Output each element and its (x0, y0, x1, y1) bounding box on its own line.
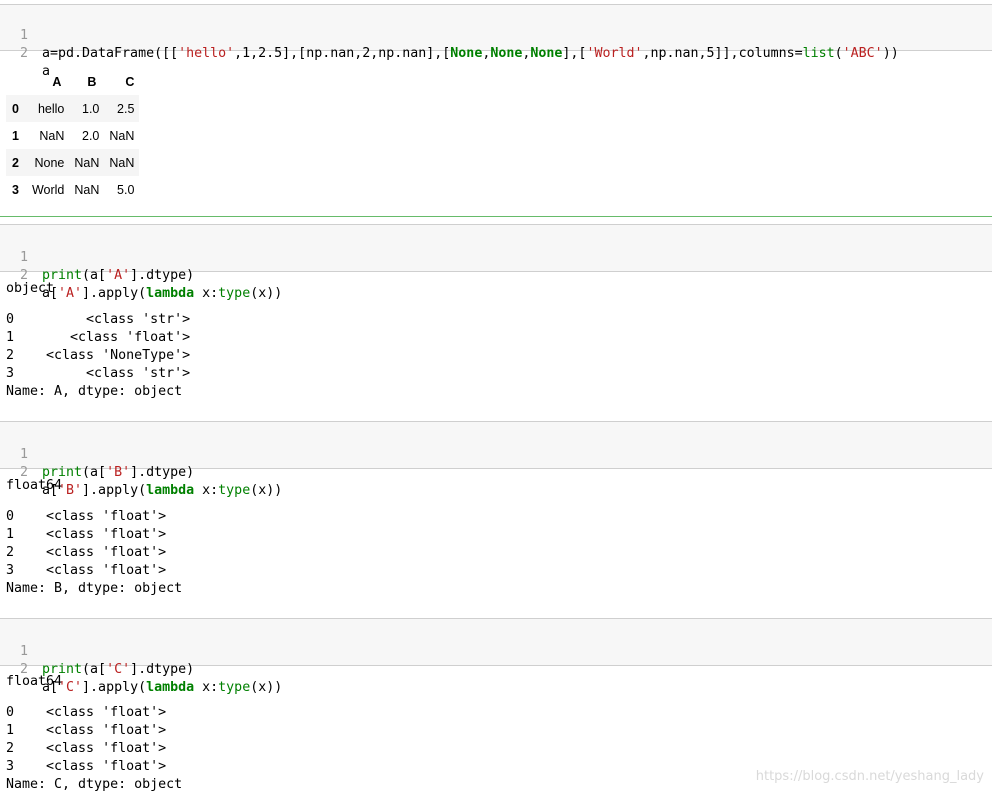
code-line: 1 print(a['C'].dtype) (0, 625, 194, 677)
code-token: None (530, 46, 563, 61)
code-token: 'A' (106, 268, 131, 283)
table-cell: NaN (109, 155, 135, 170)
series-output: 0 <class 'float'> 1 <class 'float'> 2 <c… (6, 509, 183, 596)
code-token: 'B' (106, 465, 131, 480)
code-text: a['B'].apply(lambda x:type(x)) (42, 482, 282, 500)
code-text: a['A'].apply(lambda x:type(x)) (42, 285, 282, 303)
code-line: 2 a['A'].apply(lambda x:type(x)) (0, 249, 282, 301)
table-cell: NaN (109, 128, 135, 143)
dtype-output: float64 (6, 478, 63, 493)
code-token: ].apply( (82, 286, 147, 301)
code-token: (a[ (82, 662, 107, 677)
code-token: 'hello' (178, 46, 235, 61)
code-text: print(a['C'].dtype) (42, 661, 194, 679)
code-token: ( (834, 46, 843, 61)
series-output: 0 <class 'str'> 1 <class 'float'> 2 <cla… (6, 312, 191, 399)
column-header: B (87, 74, 97, 89)
table-cell: World (31, 182, 65, 197)
code-token: 'World' (586, 46, 643, 61)
code-cell-1[interactable]: 1 a=pd.DataFrame([['hello',1,2.5],[np.na… (0, 4, 992, 79)
index-header (6, 68, 27, 95)
code-token: ,np.nan,5]],columns= (642, 46, 803, 61)
code-token: ].dtype) (130, 662, 195, 677)
code-cell-4[interactable]: 1 print(a['C'].dtype) 2 a['C'].apply(lam… (0, 618, 992, 695)
code-token: x: (194, 286, 219, 301)
code-token: (x)) (250, 483, 283, 498)
code-token: x: (194, 680, 219, 695)
code-token: x: (194, 483, 219, 498)
code-token: None (450, 46, 483, 61)
code-token: )) (882, 46, 899, 61)
row-index: 0 (12, 101, 19, 116)
dataframe-table: A B C 0 hello 1.0 2.5 1 NaN 2.0 NaN 2 No… (6, 68, 140, 203)
table-cell: 5.0 (117, 182, 135, 197)
code-token: type (218, 483, 251, 498)
dtype-output: object (6, 281, 55, 296)
code-text: a['C'].apply(lambda x:type(x)) (42, 679, 282, 697)
code-token: list (802, 46, 835, 61)
code-text: print(a['A'].dtype) (42, 267, 194, 285)
column-header: C (125, 74, 135, 89)
code-token: lambda (146, 483, 195, 498)
table-cell: 1.0 (82, 101, 100, 116)
code-token: (a[ (82, 465, 107, 480)
table-cell: NaN (39, 128, 65, 143)
code-token: ],[ (562, 46, 587, 61)
series-output: 0 <class 'float'> 1 <class 'float'> 2 <c… (6, 705, 183, 792)
table-cell: NaN (74, 155, 100, 170)
code-line: 2 a (0, 27, 50, 79)
table-cell: NaN (74, 182, 100, 197)
code-token: type (218, 286, 251, 301)
code-token: ,1,2.5],[np.nan,2,np.nan],[ (234, 46, 451, 61)
table-row: 2 None NaN NaN (6, 149, 140, 176)
code-token: ].dtype) (130, 268, 195, 283)
table-cell: None (34, 155, 65, 170)
table-row: 0 hello 1.0 2.5 (6, 95, 140, 122)
code-token: a=pd.DataFrame([[ (42, 46, 179, 61)
code-text: a=pd.DataFrame([['hello',1,2.5],[np.nan,… (42, 45, 899, 63)
code-token: (a[ (82, 268, 107, 283)
code-token: (x)) (250, 680, 283, 695)
code-token: ].dtype) (130, 465, 195, 480)
row-index: 1 (12, 128, 19, 143)
code-line: 2 a['B'].apply(lambda x:type(x)) (0, 446, 282, 498)
code-token: lambda (146, 680, 195, 695)
line-number: 2 (19, 46, 28, 61)
table-cell: 2.5 (117, 101, 135, 116)
code-token: None (490, 46, 523, 61)
code-token: 'A' (58, 286, 83, 301)
code-line: 1 a=pd.DataFrame([['hello',1,2.5],[np.na… (0, 9, 899, 61)
cell-separator (0, 216, 992, 217)
code-cell-3[interactable]: 1 print(a['B'].dtype) 2 a['B'].apply(lam… (0, 421, 992, 498)
code-token: (x)) (250, 286, 283, 301)
code-token: 'ABC' (842, 46, 883, 61)
column-header: A (52, 74, 62, 89)
code-text: print(a['B'].dtype) (42, 464, 194, 482)
dtype-output: float64 (6, 674, 63, 689)
row-index: 2 (12, 155, 19, 170)
watermark: https://blog.csdn.net/yeshang_lady (755, 769, 984, 784)
code-line: 1 print(a['B'].dtype) (0, 428, 194, 480)
table-cell: 2.0 (82, 128, 100, 143)
table-row: 1 NaN 2.0 NaN (6, 122, 139, 149)
code-token: type (218, 680, 251, 695)
table-cell: hello (37, 101, 65, 116)
table-row: 3 World NaN 5.0 (6, 176, 139, 203)
code-cell-2[interactable]: 1 print(a['A'].dtype) 2 a['A'].apply(lam… (0, 224, 992, 301)
code-token: 'C' (106, 662, 131, 677)
code-line: 1 print(a['A'].dtype) (0, 231, 194, 283)
row-index: 3 (12, 182, 19, 197)
code-token: ].apply( (82, 483, 147, 498)
code-line: 2 a['C'].apply(lambda x:type(x)) (0, 643, 282, 695)
table-header-row: A B C (6, 68, 139, 95)
code-token: lambda (146, 286, 195, 301)
code-token: ].apply( (82, 680, 147, 695)
